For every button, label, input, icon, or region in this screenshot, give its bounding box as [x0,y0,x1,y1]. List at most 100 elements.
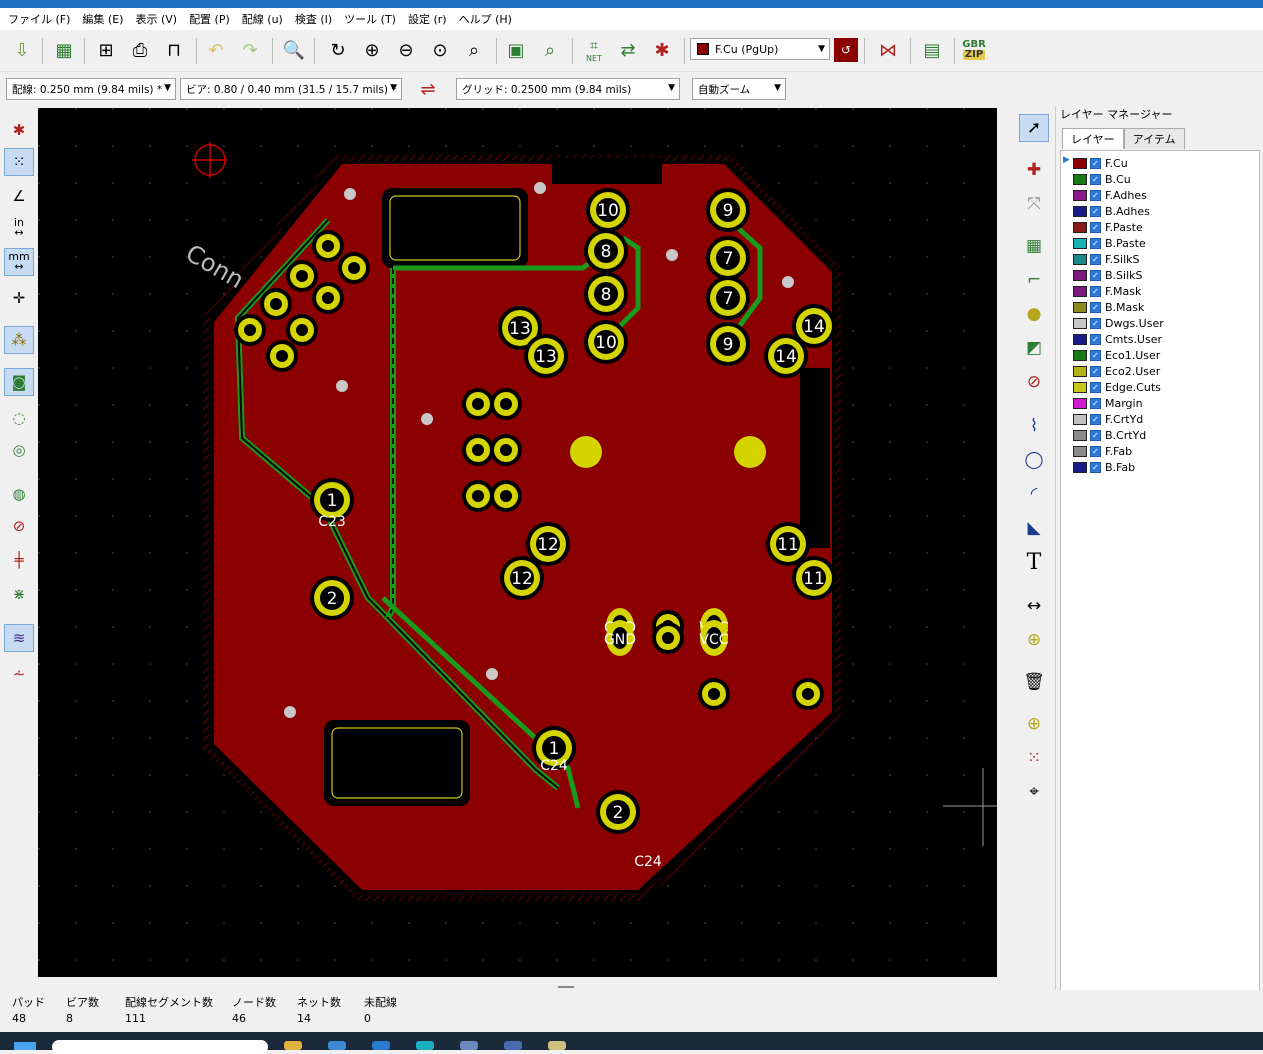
layer-color-swatch[interactable] [1073,317,1087,329]
zoom-fit-icon[interactable]: ⊙ [426,36,454,64]
draw-circle-icon[interactable]: ◯ [1019,446,1049,474]
layer-row[interactable]: ✓ Margin [1073,395,1143,411]
layer-color-swatch[interactable] [1073,397,1087,409]
add-target-icon[interactable]: ⊕ [1019,626,1049,654]
draw-line-icon[interactable]: ⌇ [1019,412,1049,440]
layer-visibility-checkbox[interactable]: ✓ [1090,173,1101,185]
print-icon[interactable]: ⎙ [126,36,154,64]
refresh-icon[interactable]: ↻ [324,36,352,64]
pad-small[interactable] [698,678,730,710]
pad[interactable]: 13 [524,334,568,378]
pad[interactable]: 10 [584,320,628,364]
high-contrast-icon[interactable]: ⋇ [4,580,34,608]
layer-visibility-checkbox[interactable]: ✓ [1090,269,1101,281]
pad[interactable]: 11 [792,556,836,600]
layer-color-swatch[interactable] [1073,365,1087,377]
layer-color-swatch[interactable] [1073,285,1087,297]
layer-row[interactable]: ✓ B.Cu [1073,171,1131,187]
layer-color-swatch[interactable] [1073,221,1087,233]
zone-fill-icon[interactable]: ◙ [4,368,34,396]
layer-row[interactable]: ✓ Eco1.User [1073,347,1160,363]
grid-toggle-icon[interactable]: ⁙ [4,148,34,176]
cursor-shape-icon[interactable]: ✛ [4,284,34,312]
layer-visibility-checkbox[interactable]: ✓ [1090,349,1101,361]
local-ratsnest-icon[interactable]: ⤧ [1019,190,1049,218]
menu-edit[interactable]: 編集 (E) [78,11,131,27]
plot-icon[interactable]: ⊓ [160,36,188,64]
menu-preferences[interactable]: 設定 (r) [404,11,455,27]
layer-color-swatch[interactable] [1073,253,1087,265]
pad[interactable]: 10 [586,188,630,232]
layer-color-swatch[interactable] [1073,301,1087,313]
pad-small[interactable] [734,436,766,468]
zoom-select[interactable]: 自動ズーム ▼ [692,78,786,100]
pad-small[interactable] [792,678,824,710]
pad-small[interactable] [260,288,292,320]
pad[interactable]: 2 [596,790,640,834]
pad[interactable]: 9 [706,188,750,232]
splitter-handle[interactable] [558,986,574,988]
layer-row[interactable]: ✓ F.Paste [1073,219,1143,235]
add-zone-icon[interactable]: ◩ [1019,334,1049,362]
pad-small[interactable] [286,314,318,346]
measure-icon[interactable]: ⌖ [1019,778,1049,806]
active-layer-select[interactable]: F.Cu (PgUp) ▼ [690,38,830,60]
microwave-icon[interactable]: ⋈ [874,36,902,64]
pad-small[interactable] [462,480,494,512]
drc-markers-icon[interactable]: ✱ [4,116,34,144]
netlist-icon[interactable]: ⌗ NET [580,36,608,64]
layers-manager-icon[interactable]: ≋ [4,624,34,652]
draw-polygon-icon[interactable]: ◣ [1019,514,1049,542]
layer-visibility-checkbox[interactable]: ✓ [1090,381,1101,393]
layer-row[interactable]: ✓ B.Mask [1073,299,1144,315]
layer-visibility-checkbox[interactable]: ✓ [1090,205,1101,217]
pad[interactable]: 2 [310,576,354,620]
track-sketch-icon[interactable]: ╪ [4,546,34,574]
app-icon[interactable] [504,1041,522,1050]
layer-color-swatch[interactable] [1073,269,1087,281]
layer-pair-icon[interactable]: ↺ [834,38,858,62]
layer-visibility-checkbox[interactable]: ✓ [1090,365,1101,377]
layer-visibility-checkbox[interactable]: ✓ [1090,189,1101,201]
layer-visibility-checkbox[interactable]: ✓ [1090,397,1101,409]
pad-small[interactable] [490,388,522,420]
pad[interactable]: 14 [764,334,808,378]
edge-icon[interactable] [372,1041,390,1050]
layer-row[interactable]: ✓ F.Adhes [1073,187,1147,203]
footprint-editor-icon[interactable]: ▣ [502,36,530,64]
pad[interactable]: C23 [318,514,346,530]
zoom-selection-icon[interactable]: ⌕ [460,36,488,64]
track-width-auto-icon[interactable]: ⇌ [414,75,442,103]
delete-tool-icon[interactable]: 🗑 [1019,668,1049,696]
save-icon[interactable]: ⇩ [8,36,36,64]
layer-row[interactable]: ✓ F.CrtYd [1073,411,1143,427]
pcb-drawing[interactable]: 1088109779131314141C232121211111C242C24G… [38,108,997,977]
grid-select[interactable]: グリッド: 0.2500 mm (9.84 mils) ▼ [456,78,680,100]
layer-row[interactable]: ✓ F.Mask [1073,283,1141,299]
layer-visibility-checkbox[interactable]: ✓ [1090,253,1101,265]
pad-small[interactable] [570,436,602,468]
layer-color-swatch[interactable] [1073,333,1087,345]
gerber-zip-icon[interactable]: GBR ZIP [960,36,988,64]
pad[interactable]: C24 [540,758,568,774]
board-setup-icon[interactable]: ▦ [50,36,78,64]
layer-row[interactable]: ✓ B.SilkS [1073,267,1143,283]
layer-row[interactable]: ✓ Edge.Cuts [1073,379,1161,395]
add-dimension-icon[interactable]: ↔ [1019,592,1049,620]
zoom-in-icon[interactable]: ⊕ [358,36,386,64]
via-sketch-icon[interactable]: ⊘ [4,512,34,540]
layer-color-swatch[interactable] [1073,445,1087,457]
menu-inspect[interactable]: 検査 (I) [291,11,340,27]
layer-row[interactable]: ✓ B.Fab [1073,459,1135,475]
menu-place[interactable]: 配置 (P) [185,11,238,27]
footprint-browser-icon[interactable]: ⌕ [536,36,564,64]
pad-small[interactable] [490,480,522,512]
menu-route[interactable]: 配線 (u) [238,11,291,27]
layer-visibility-checkbox[interactable]: ✓ [1090,285,1101,297]
menu-view[interactable]: 表示 (V) [131,11,185,27]
app-icon[interactable] [460,1041,478,1050]
place-origin-icon[interactable]: ⊕ [1019,710,1049,738]
select-arrow-icon[interactable]: ➚ [1019,114,1049,142]
add-text-icon[interactable]: T [1019,548,1049,576]
pad[interactable]: 7 [706,236,750,280]
